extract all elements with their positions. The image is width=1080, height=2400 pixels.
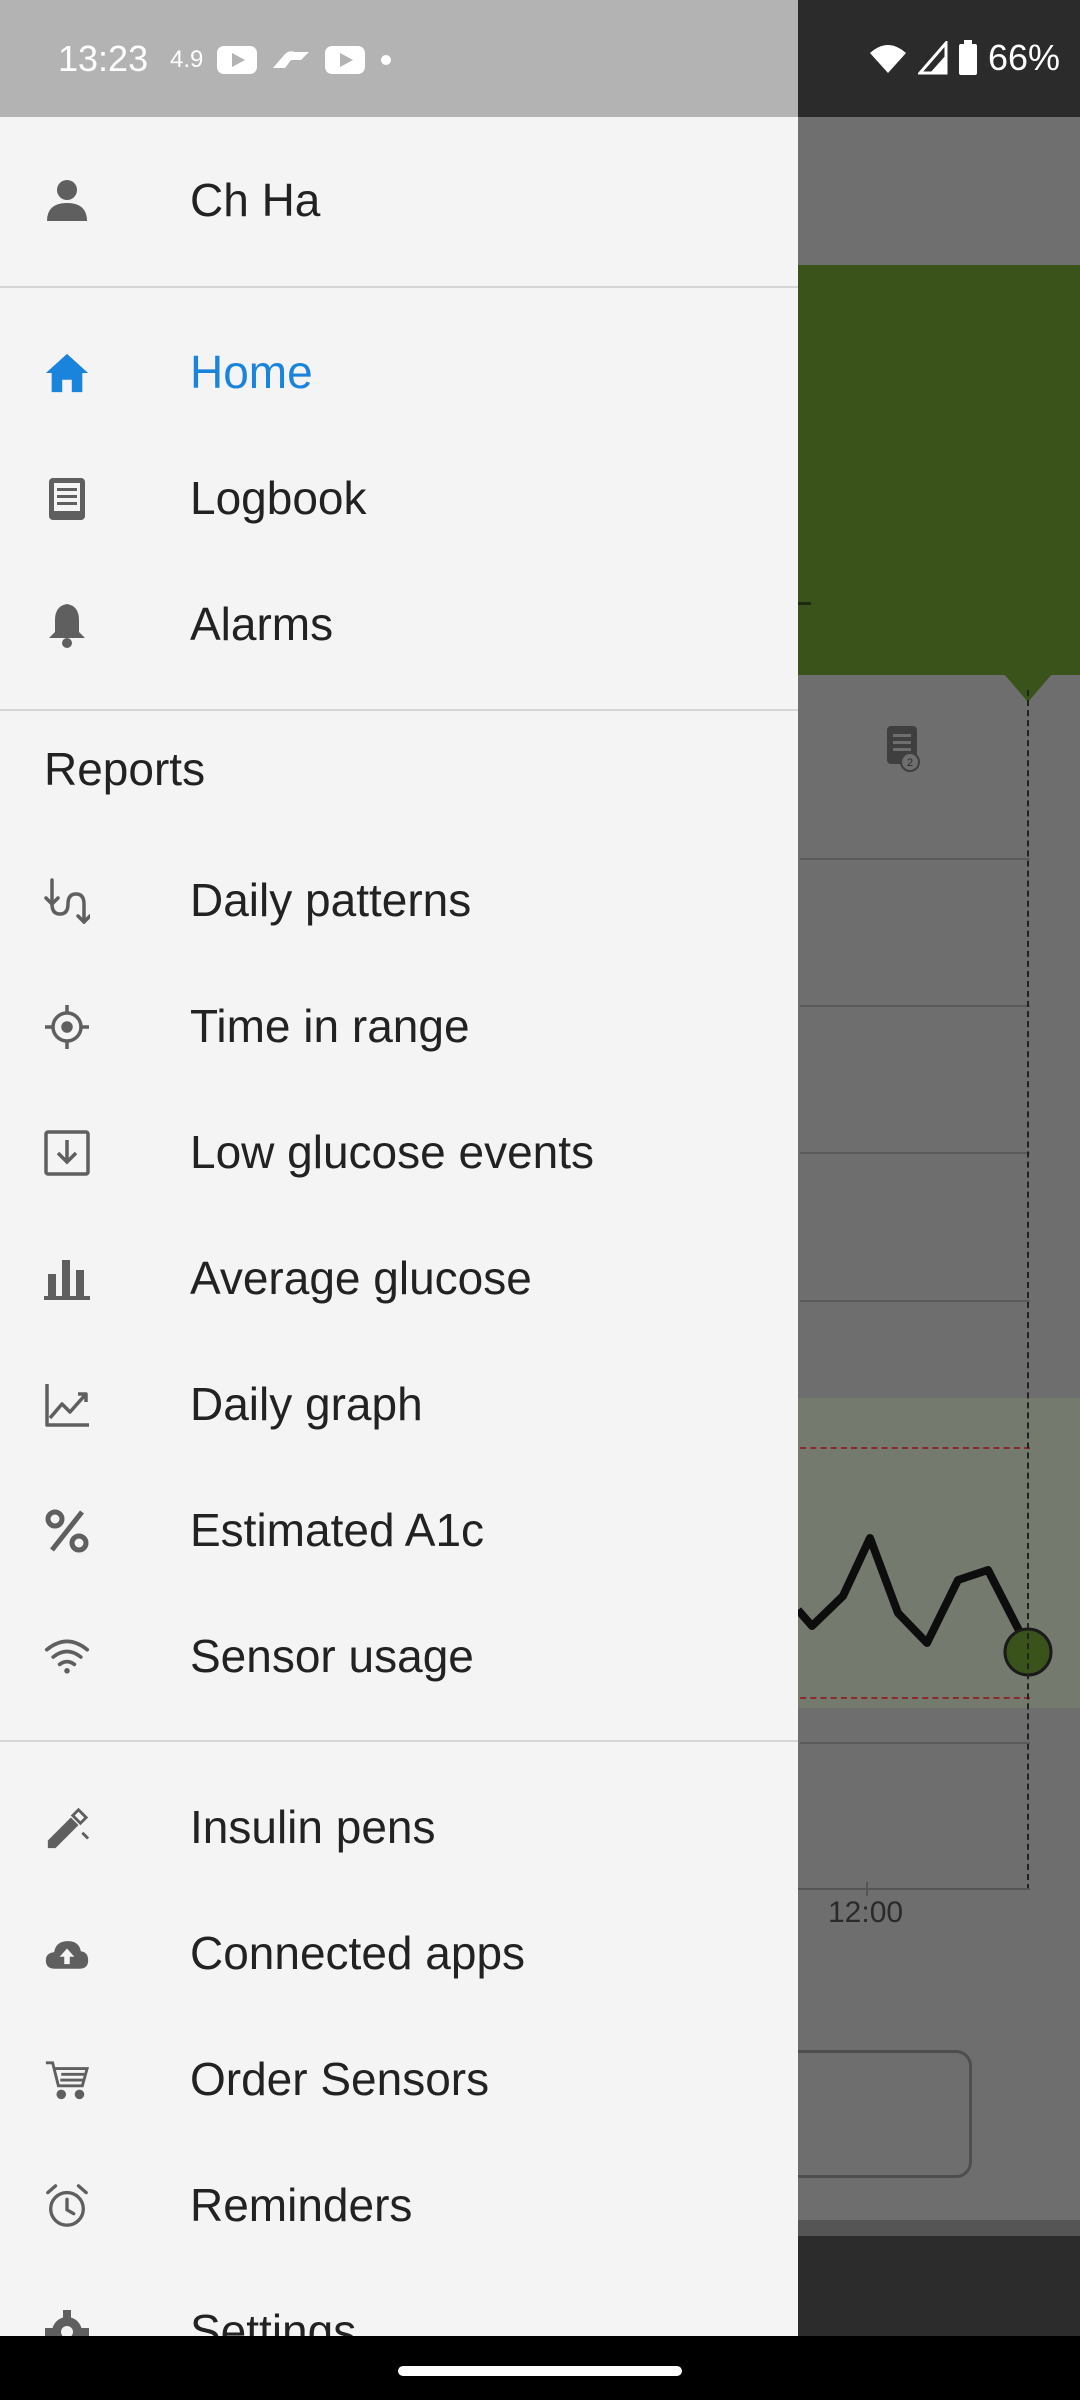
menu-item-alarms[interactable]: Alarms: [0, 561, 798, 687]
divider: [0, 1740, 798, 1742]
wifi-icon: [869, 45, 906, 73]
logbook-badge-count: 2: [907, 757, 913, 769]
menu-item-label: Insulin pens: [190, 1801, 436, 1853]
cart-icon: [44, 2057, 90, 2103]
logbook-note-icon: 2: [887, 726, 920, 772]
trend-chart-icon: [44, 1382, 90, 1428]
battery-icon: [958, 40, 977, 75]
menu-item-label: Alarms: [190, 598, 334, 650]
user-profile-row[interactable]: Ch Ha: [0, 117, 798, 287]
menu-item-settings[interactable]: Settings: [0, 2268, 798, 2336]
target-range-upper-line: [790, 1447, 1030, 1449]
menu-item-order-sensors[interactable]: Order Sensors: [0, 2016, 798, 2142]
youtube-icon: [217, 46, 258, 74]
user-name: Ch Ha: [190, 174, 321, 226]
youtube-icon: [325, 46, 366, 74]
chart-x-tick: [866, 1882, 868, 1896]
wireless-icon: [44, 1634, 90, 1680]
status-bar: 13:23 4.9: [0, 0, 798, 117]
menu-item-time-in-range[interactable]: Time in range: [0, 963, 798, 1089]
chart-time-label: 12:00: [828, 1896, 904, 1929]
pen-icon: [44, 1805, 90, 1851]
menu-item-label: Logbook: [190, 472, 367, 524]
bar-chart-icon: [44, 1256, 90, 1302]
menu-item-label: Home: [190, 346, 313, 398]
person-icon: [44, 177, 90, 223]
menu-item-reminders[interactable]: Reminders: [0, 2142, 798, 2268]
menu-item-label: Reminders: [190, 2179, 413, 2231]
menu-item-label: Low glucose events: [190, 1126, 595, 1178]
home-icon: [44, 350, 90, 396]
menu-item-label: Daily patterns: [190, 874, 472, 926]
menu-item-label: Estimated A1c: [190, 1504, 485, 1556]
bell-icon: [44, 602, 90, 648]
menu-item-sensor-usage[interactable]: Sensor usage: [0, 1593, 798, 1719]
menu-item-connected-apps[interactable]: Connected apps: [0, 1890, 798, 2016]
home-gesture-handle[interactable]: [398, 2366, 682, 2376]
menu-item-average-glucose[interactable]: Average glucose: [0, 1215, 798, 1341]
current-time-marker: [1027, 690, 1029, 1890]
menu-item-estimated-a1c[interactable]: Estimated A1c: [0, 1467, 798, 1593]
dot-icon: [381, 55, 392, 65]
alarm-clock-icon: [44, 2183, 90, 2229]
menu-item-label: Order Sensors: [190, 2053, 490, 2105]
menu-item-label: Sensor usage: [190, 1630, 474, 1682]
menu-item-label: Time in range: [190, 1000, 470, 1052]
menu-item-label: Settings: [190, 2305, 357, 2336]
background-row-divider: [800, 1005, 1030, 1007]
menu-item-label: Daily graph: [190, 1378, 423, 1430]
menu-item-label: Connected apps: [190, 1927, 526, 1979]
battery-percentage: 66%: [987, 37, 1060, 78]
download-box-icon: [44, 1130, 90, 1176]
signal-icon: [917, 41, 948, 75]
navigation-drawer: 13:23 4.9 Ch Ha Home Logbook Alarms Repo…: [0, 0, 798, 2336]
background-bottom-tabs: [798, 2220, 1080, 2236]
patterns-icon: [44, 878, 90, 924]
menu-item-home[interactable]: Home: [0, 309, 798, 435]
divider: [0, 709, 798, 711]
menu-item-insulin-pens[interactable]: Insulin pens: [0, 1764, 798, 1890]
menu-item-daily-graph[interactable]: Daily graph: [0, 1341, 798, 1467]
chart-x-axis: [790, 1888, 1030, 1890]
route-icon: [273, 51, 310, 68]
menu-item-label: Average glucose: [190, 1252, 532, 1304]
status-notification-icons: 4.9: [170, 40, 393, 80]
network-speed: 4.9: [170, 46, 204, 73]
background-row-divider: [800, 858, 1030, 860]
target-icon: [44, 1004, 90, 1050]
divider: [0, 286, 798, 288]
menu-item-logbook[interactable]: Logbook: [0, 435, 798, 561]
menu-item-daily-patterns[interactable]: Daily patterns: [0, 837, 798, 963]
cloud-upload-icon: [44, 1931, 90, 1977]
background-row-divider: [800, 1742, 1030, 1744]
status-time: 13:23: [58, 38, 149, 79]
gear-icon: [44, 2309, 90, 2336]
reports-section-title: Reports: [44, 743, 206, 795]
status-bar-right: 66%: [800, 34, 1060, 82]
background-row-divider: [800, 1152, 1030, 1154]
menu-item-low-glucose-events[interactable]: Low glucose events: [0, 1089, 798, 1215]
book-icon: [44, 476, 90, 522]
percent-icon: [44, 1508, 90, 1554]
target-range-lower-line: [790, 1697, 1030, 1699]
background-row-divider: [800, 1300, 1030, 1302]
